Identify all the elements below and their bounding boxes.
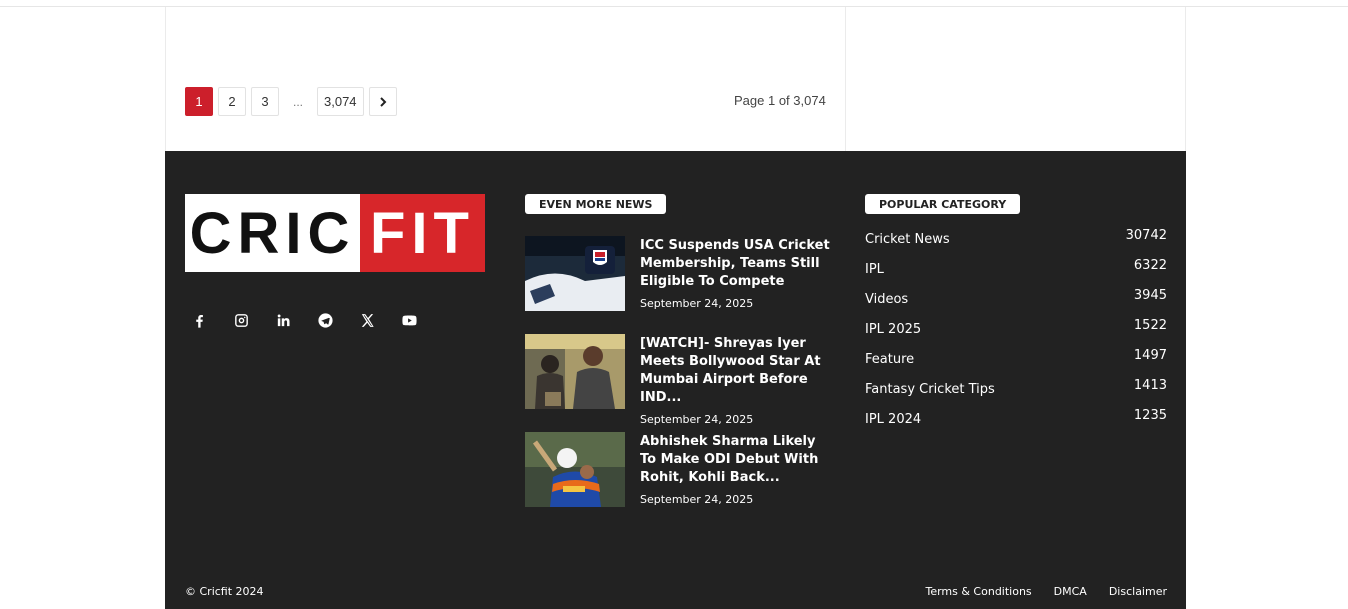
category-name[interactable]: Fantasy Cricket Tips [865, 382, 995, 397]
category-count: 6322 [1133, 258, 1167, 273]
news-title[interactable]: Abhishek Sharma Likely To Make ODI Debut… [640, 433, 830, 487]
even-more-news-title: EVEN MORE NEWS [525, 194, 667, 214]
category-item[interactable]: IPL 2025 1522 [865, 318, 1167, 351]
disclaimer-link[interactable]: Disclaimer [1109, 585, 1167, 598]
category-count: 30742 [1125, 228, 1167, 243]
news-thumbnail[interactable] [525, 334, 625, 409]
category-list: Cricket News 30742 IPL 6322 Videos 3945 … [865, 228, 1167, 441]
category-name[interactable]: IPL 2025 [865, 322, 921, 337]
copyright: © Cricfit 2024 [185, 585, 264, 598]
news-list: ICC Suspends USA Cricket Membership, Tea… [525, 236, 835, 530]
news-item[interactable]: ICC Suspends USA Cricket Membership, Tea… [525, 236, 835, 334]
news-title[interactable]: [WATCH]- Shreyas Iyer Meets Bollywood St… [640, 335, 830, 407]
pagination: 1 2 3 ... 3,074 [185, 87, 402, 116]
page-button-last[interactable]: 3,074 [317, 87, 364, 116]
logo-text-left: CRIC [189, 200, 356, 266]
page-button-3[interactable]: 3 [251, 87, 279, 116]
next-page-button[interactable] [368, 87, 397, 116]
category-count: 3945 [1133, 288, 1167, 303]
category-name[interactable]: Videos [865, 292, 908, 307]
category-count: 1522 [1133, 318, 1167, 333]
category-item[interactable]: Fantasy Cricket Tips 1413 [865, 378, 1167, 411]
page-button-1[interactable]: 1 [185, 87, 213, 116]
category-count: 1497 [1133, 348, 1167, 363]
page-button-2[interactable]: 2 [218, 87, 246, 116]
x-icon[interactable] [359, 308, 401, 332]
news-date: September 24, 2025 [640, 413, 754, 426]
logo-text-right: FIT [360, 194, 485, 272]
news-date: September 24, 2025 [640, 493, 754, 506]
category-name[interactable]: Cricket News [865, 232, 950, 247]
linkedin-icon[interactable] [275, 308, 317, 332]
category-item[interactable]: Cricket News 30742 [865, 228, 1167, 261]
instagram-icon[interactable] [233, 308, 275, 332]
category-item[interactable]: Feature 1497 [865, 348, 1167, 381]
news-thumbnail[interactable] [525, 432, 625, 507]
footer: CRIC FIT EVEN MORE NEWS ICC Suspends USA… [165, 151, 1186, 609]
category-item[interactable]: Videos 3945 [865, 288, 1167, 321]
telegram-icon[interactable] [317, 308, 359, 332]
category-item[interactable]: IPL 6322 [865, 258, 1167, 291]
category-name[interactable]: IPL 2024 [865, 412, 921, 427]
popular-category-title: POPULAR CATEGORY [865, 194, 1021, 214]
main-content-column [165, 7, 846, 151]
pagination-ellipsis: ... [292, 94, 303, 109]
social-links [191, 308, 443, 332]
news-item[interactable]: [WATCH]- Shreyas Iyer Meets Bollywood St… [525, 334, 835, 432]
chevron-right-icon [379, 96, 386, 107]
dmca-link[interactable]: DMCA [1054, 585, 1087, 598]
news-thumbnail[interactable] [525, 236, 625, 311]
news-item[interactable]: Abhishek Sharma Likely To Make ODI Debut… [525, 432, 835, 530]
news-title[interactable]: ICC Suspends USA Cricket Membership, Tea… [640, 237, 830, 291]
facebook-icon[interactable] [191, 308, 233, 332]
category-name[interactable]: Feature [865, 352, 914, 367]
terms-link[interactable]: Terms & Conditions [925, 585, 1031, 598]
category-count: 1235 [1133, 408, 1167, 423]
page-info: Page 1 of 3,074 [734, 93, 826, 108]
category-item[interactable]: IPL 2024 1235 [865, 408, 1167, 441]
news-date: September 24, 2025 [640, 297, 754, 310]
cricfit-logo[interactable]: CRIC FIT [185, 194, 485, 272]
category-count: 1413 [1133, 378, 1167, 393]
sidebar-column [846, 7, 1186, 151]
footer-links: Terms & Conditions DMCA Disclaimer [903, 585, 1167, 598]
category-name[interactable]: IPL [865, 262, 884, 277]
youtube-icon[interactable] [401, 308, 443, 332]
